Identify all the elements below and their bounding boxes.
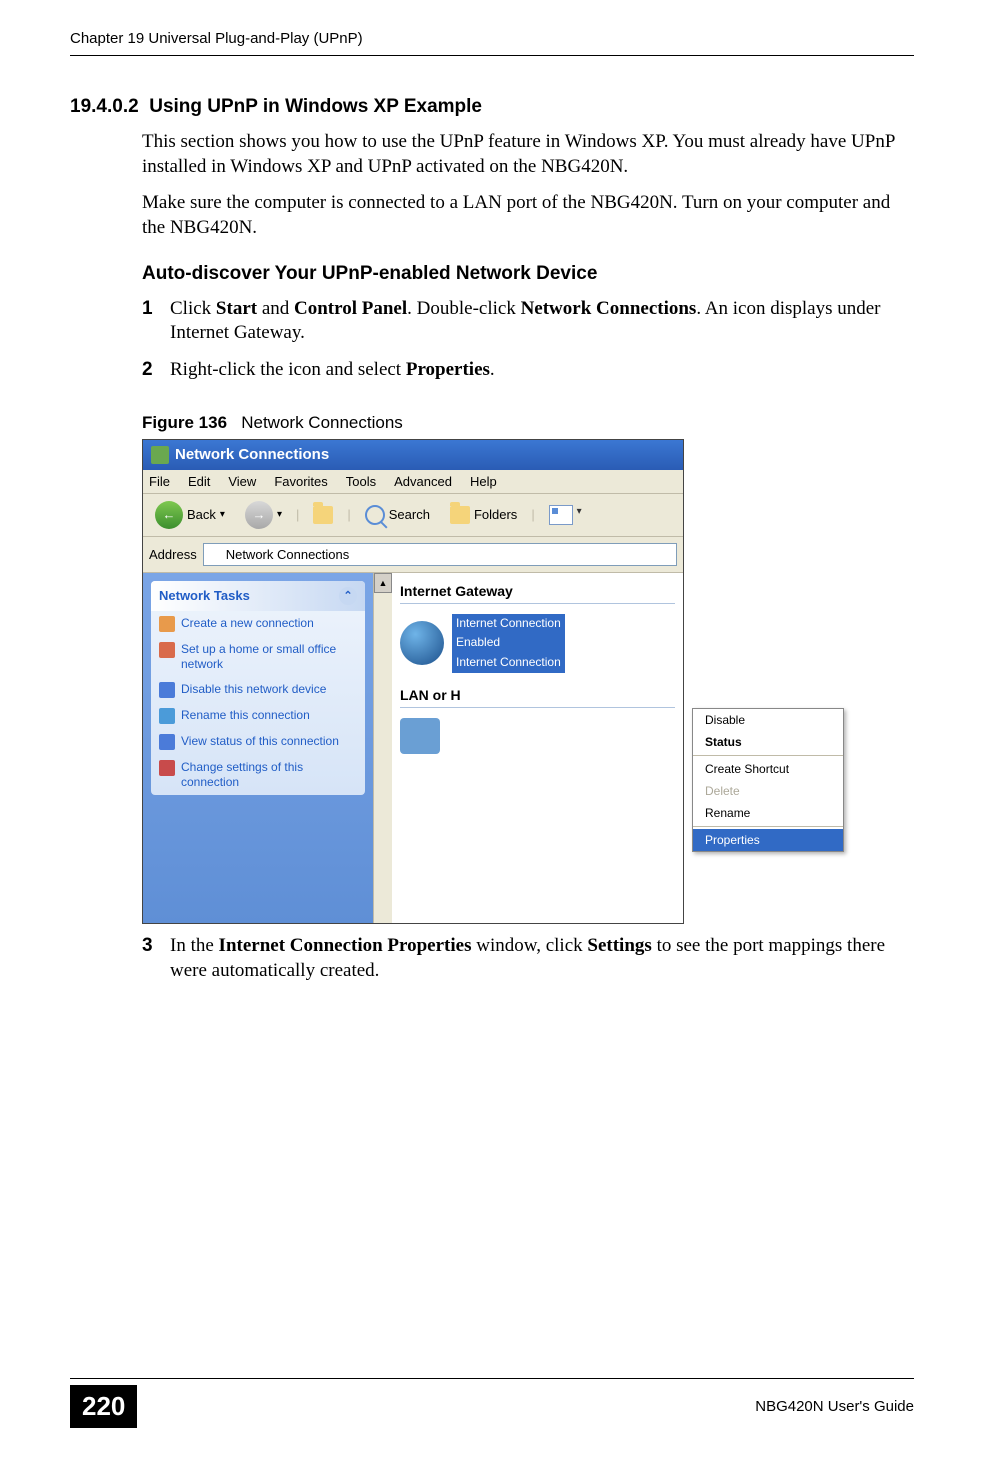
chapter-header: Chapter 19 Universal Plug-and-Play (UPnP… — [70, 0, 914, 56]
context-menu: Disable Status Create Shortcut Delete Re… — [692, 708, 844, 852]
menu-help[interactable]: Help — [470, 474, 497, 489]
lan-connection-item[interactable] — [400, 718, 675, 754]
window-icon — [151, 446, 169, 464]
content-area: Network Tasks ⌃ Create a new connection … — [143, 573, 683, 923]
folder-up-icon — [313, 506, 333, 524]
main-pane: Internet Gateway Internet Connection Ena… — [392, 573, 683, 923]
address-label: Address — [149, 547, 197, 562]
step-2: 2 Right-click the icon and select Proper… — [142, 358, 914, 383]
group-lan: LAN or H — [400, 687, 675, 703]
forward-button[interactable]: → ▾ — [239, 499, 288, 531]
address-input[interactable]: Network Connections — [203, 543, 677, 566]
context-rename[interactable]: Rename — [693, 802, 843, 824]
search-button[interactable]: Search — [359, 503, 436, 527]
context-create-shortcut[interactable]: Create Shortcut — [693, 758, 843, 780]
window-titlebar[interactable]: Network Connections — [143, 440, 683, 470]
context-delete: Delete — [693, 780, 843, 802]
section-title: Using UPnP in Windows XP Example — [149, 96, 482, 117]
context-status[interactable]: Status — [693, 731, 843, 753]
dropdown-icon[interactable]: ▾ — [220, 509, 225, 520]
step-2-text: Right-click the icon and select Properti… — [170, 358, 914, 383]
folders-button[interactable]: Folders — [444, 504, 523, 526]
network-tasks-header[interactable]: Network Tasks ⌃ — [151, 581, 365, 611]
address-value: Network Connections — [226, 547, 350, 562]
globe-icon — [400, 621, 444, 665]
menubar: File Edit View Favorites Tools Advanced … — [143, 470, 683, 494]
screenshot-network-connections: Network Connections File Edit View Favor… — [142, 439, 684, 924]
context-properties[interactable]: Properties — [693, 829, 843, 851]
step-3: 3 In the Internet Connection Properties … — [142, 934, 914, 983]
step-2-number: 2 — [142, 358, 170, 383]
address-icon — [208, 547, 222, 561]
step-1: 1 Click Start and Control Panel. Double-… — [142, 297, 914, 346]
step-1-text: Click Start and Control Panel. Double-cl… — [170, 297, 914, 346]
address-bar: Address Network Connections — [143, 537, 683, 573]
section-number: 19.4.0.2 — [70, 96, 139, 117]
search-icon — [365, 505, 385, 525]
rename-icon — [159, 708, 175, 724]
step-3-number: 3 — [142, 934, 170, 983]
internet-connection-item[interactable]: Internet Connection Enabled Internet Con… — [400, 614, 675, 673]
status-icon — [159, 734, 175, 750]
toolbar: ← Back ▾ → ▾ | | Search Folders | — [143, 494, 683, 537]
step-3-text: In the Internet Connection Properties wi… — [170, 934, 914, 983]
task-view-status[interactable]: View status of this connection — [151, 729, 365, 755]
step-1-number: 1 — [142, 297, 170, 346]
sub-heading: Auto-discover Your UPnP-enabled Network … — [142, 263, 914, 285]
lan-icon — [400, 718, 440, 754]
window-title: Network Connections — [175, 446, 329, 463]
folders-icon — [450, 506, 470, 524]
back-button[interactable]: ← Back ▾ — [149, 499, 231, 531]
disable-icon — [159, 682, 175, 698]
scrollbar[interactable]: ▲ — [373, 573, 392, 923]
task-disable-device[interactable]: Disable this network device — [151, 677, 365, 703]
task-rename-connection[interactable]: Rename this connection — [151, 703, 365, 729]
figure-caption: Figure 136 Network Connections — [142, 413, 914, 433]
dropdown-icon[interactable]: ▾ — [277, 509, 282, 520]
paragraph-2: Make sure the computer is connected to a… — [142, 191, 914, 240]
task-create-connection[interactable]: Create a new connection — [151, 611, 365, 637]
section-heading: 19.4.0.2 Using UPnP in Windows XP Exampl… — [70, 96, 914, 118]
connection-label: Internet Connection Enabled Internet Con… — [452, 614, 565, 673]
page-number: 220 — [70, 1385, 137, 1428]
network-setup-icon — [159, 642, 175, 658]
menu-view[interactable]: View — [228, 474, 256, 489]
views-icon — [549, 505, 573, 525]
menu-favorites[interactable]: Favorites — [274, 474, 327, 489]
up-button[interactable] — [307, 504, 339, 526]
menu-edit[interactable]: Edit — [188, 474, 210, 489]
menu-file[interactable]: File — [149, 474, 170, 489]
wizard-icon — [159, 616, 175, 632]
menu-advanced[interactable]: Advanced — [394, 474, 452, 489]
back-icon: ← — [155, 501, 183, 529]
group-internet-gateway: Internet Gateway — [400, 583, 675, 599]
side-panel: Network Tasks ⌃ Create a new connection … — [143, 573, 373, 923]
task-setup-network[interactable]: Set up a home or small office network — [151, 637, 365, 677]
menu-tools[interactable]: Tools — [346, 474, 376, 489]
forward-icon: → — [245, 501, 273, 529]
views-button[interactable] — [543, 503, 590, 527]
page-footer: 220 NBG420N User's Guide — [70, 1378, 914, 1428]
task-change-settings[interactable]: Change settings of this connection — [151, 755, 365, 795]
scroll-up-icon[interactable]: ▲ — [374, 573, 392, 593]
settings-icon — [159, 760, 175, 776]
collapse-icon[interactable]: ⌃ — [339, 587, 357, 605]
footer-guide: NBG420N User's Guide — [755, 1398, 914, 1415]
network-tasks-box: Network Tasks ⌃ Create a new connection … — [151, 581, 365, 795]
paragraph-1: This section shows you how to use the UP… — [142, 130, 914, 179]
context-disable[interactable]: Disable — [693, 709, 843, 731]
